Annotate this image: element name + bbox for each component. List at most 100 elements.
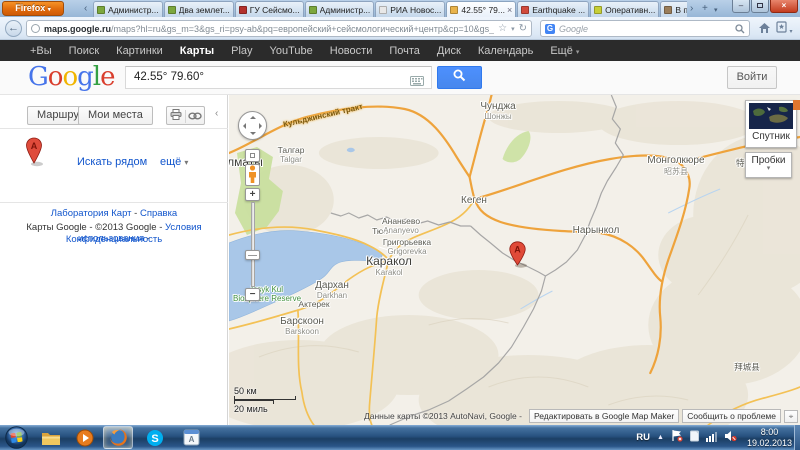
zoom-out-button[interactable]: − xyxy=(245,288,260,301)
bookmark-star-icon[interactable]: ☆ xyxy=(498,23,507,34)
language-indicator[interactable]: RU xyxy=(636,432,650,443)
search-engine-placeholder[interactable]: Google xyxy=(559,24,735,34)
browser-tab[interactable]: Администр... xyxy=(93,1,163,17)
browser-tab[interactable]: ГУ Сейсмо... xyxy=(235,1,304,17)
browser-tab[interactable]: В продукта... xyxy=(660,1,687,17)
taskbar-clock[interactable]: 8:00 19.02.2013 xyxy=(747,427,792,449)
gbar-link[interactable]: Карты xyxy=(180,45,214,57)
site-favicon-icon xyxy=(31,24,40,33)
map-canvas[interactable]: ЧунджаШонжыКульджинский трактТалгарTalga… xyxy=(229,95,800,425)
map-maker-edit-button[interactable]: Редактировать в Google Map Maker xyxy=(529,409,679,423)
zoom-slider-track[interactable] xyxy=(251,202,255,287)
google-logo[interactable]: Google xyxy=(28,62,114,92)
map-edge-artifact xyxy=(793,100,800,110)
browser-titlebar: Firefox ▾ ‹ Администр...Два землет...ГУ … xyxy=(0,0,800,17)
browser-tab[interactable]: Администр... xyxy=(305,1,375,17)
browser-tab[interactable]: Два землет... xyxy=(164,1,234,17)
search-magnifier-icon[interactable] xyxy=(735,24,745,34)
map-label: 拜城县 xyxy=(734,361,760,373)
gbar-link[interactable]: Картинки xyxy=(116,45,163,57)
map-result-marker[interactable]: A xyxy=(508,241,528,273)
gbar-link[interactable]: Play xyxy=(231,45,252,57)
taskbar-explorer-button[interactable] xyxy=(36,426,66,449)
sidebar-more-link[interactable]: ещё ▾ xyxy=(160,156,188,168)
url-bar[interactable]: maps.google.ru/maps?hl=ru&gs_m=3&gs_ri=p… xyxy=(26,20,532,37)
minimize-button[interactable]: – xyxy=(732,0,750,13)
gbar-link[interactable]: YouTube xyxy=(270,45,313,57)
url-text[interactable]: maps.google.ru/maps?hl=ru&gs_m=3&gs_ri=p… xyxy=(44,24,494,34)
map-label: Монголкюре昭苏县 xyxy=(647,155,704,177)
power-status-icon[interactable] xyxy=(689,429,700,447)
restore-button[interactable] xyxy=(751,0,769,13)
browser-tab[interactable]: РИА Новос... xyxy=(375,1,445,17)
satellite-toggle-button[interactable]: Спутник xyxy=(745,100,797,148)
tab-list-dropdown-icon[interactable]: ▾ xyxy=(714,5,718,17)
map-tools-button[interactable]: ⌖ xyxy=(784,410,798,423)
tab-scroll-right-icon[interactable]: › xyxy=(690,3,693,15)
url-dropdown-icon[interactable]: ▾ xyxy=(511,25,515,33)
reload-icon[interactable]: ↻ xyxy=(519,23,527,34)
pan-left-icon[interactable] xyxy=(243,123,246,129)
attribution-text: Данные карты ©2013 AutoNavi, Google - xyxy=(364,411,522,421)
tab-scroll-left-icon[interactable]: ‹ xyxy=(84,3,87,15)
search-nearby-link[interactable]: Искать рядом xyxy=(77,156,147,168)
gbar-link[interactable]: Диск xyxy=(437,45,461,57)
taskbar-media-player-button[interactable] xyxy=(70,426,100,449)
google-search-engine-icon[interactable]: G xyxy=(545,24,555,34)
new-tab-button[interactable]: + xyxy=(702,3,708,15)
gbar-more-link[interactable]: Ещё ▾ xyxy=(550,45,579,57)
print-link-toolbar xyxy=(166,106,205,125)
virtual-keyboard-icon[interactable] xyxy=(410,73,424,91)
home-button[interactable] xyxy=(758,21,771,39)
tab-close-icon[interactable]: × xyxy=(507,6,512,14)
maps-labs-link[interactable]: Лаборатория Карт xyxy=(51,208,132,219)
browser-tab[interactable]: Earthquake ... xyxy=(517,1,589,17)
gbar-link[interactable]: Календарь xyxy=(478,45,534,57)
close-button[interactable]: × xyxy=(770,0,798,13)
my-places-button[interactable]: Мои места xyxy=(78,106,153,125)
taskbar-skype-button[interactable]: S xyxy=(140,426,170,449)
gbar-link[interactable]: Почта xyxy=(389,45,420,57)
back-button[interactable]: ← xyxy=(5,20,22,37)
traffic-toggle-button[interactable]: Пробки ▾ xyxy=(745,152,792,178)
taskbar-firefox-button[interactable] xyxy=(103,426,133,449)
zoom-slider-handle[interactable] xyxy=(245,250,260,260)
gbar-link[interactable]: +Вы xyxy=(30,45,52,57)
firefox-menu-button[interactable]: Firefox ▾ xyxy=(2,1,64,16)
street-view-pegman[interactable] xyxy=(245,164,260,186)
tray-expand-icon[interactable]: ▲ xyxy=(657,434,664,441)
pan-down-icon[interactable] xyxy=(250,132,256,135)
privacy-link[interactable]: Конфиденциальность xyxy=(66,234,162,245)
network-status-icon[interactable] xyxy=(706,429,718,447)
svg-text:A: A xyxy=(31,141,38,151)
sign-in-button[interactable]: Войти xyxy=(727,66,777,89)
maps-search-input[interactable]: 42.55° 79.60° xyxy=(125,66,432,89)
gbar-link[interactable]: Поиск xyxy=(69,45,99,57)
report-problem-button[interactable]: Сообщить о проблеме xyxy=(682,409,781,423)
bookmarks-panel-button[interactable]: ▾ xyxy=(776,21,793,35)
google-maps-header: Google 42.55° 79.60° Войти xyxy=(0,61,800,95)
sidebar-result-marker-icon[interactable]: A xyxy=(25,137,45,172)
dropdown-icon: ▾ xyxy=(48,7,51,13)
maps-search-button[interactable] xyxy=(437,66,482,89)
volume-muted-icon[interactable] xyxy=(724,429,737,447)
browser-tab[interactable]: Оперативн... xyxy=(590,1,659,17)
window-controls: – × xyxy=(731,0,798,13)
marker-letter: A xyxy=(514,245,521,255)
show-desktop-button[interactable] xyxy=(794,425,800,450)
action-center-flag-icon[interactable] xyxy=(671,429,683,447)
taskbar-document-app-button[interactable]: A xyxy=(176,426,206,449)
default-view-button[interactable] xyxy=(245,149,260,162)
browser-search-box[interactable]: G Google xyxy=(540,20,750,37)
collapse-sidebar-icon[interactable]: ‹ xyxy=(215,108,218,119)
browser-tab[interactable]: 42.55° 79...× xyxy=(446,1,516,17)
help-link[interactable]: Справка xyxy=(140,208,177,219)
pan-right-icon[interactable] xyxy=(259,123,262,129)
share-link-button[interactable] xyxy=(186,107,204,124)
zoom-in-button[interactable]: + xyxy=(245,188,260,201)
start-button[interactable] xyxy=(5,426,28,450)
pan-up-icon[interactable] xyxy=(250,116,256,119)
print-button[interactable] xyxy=(167,107,185,124)
gbar-link[interactable]: Новости xyxy=(330,45,373,57)
map-pan-control[interactable] xyxy=(238,111,267,140)
